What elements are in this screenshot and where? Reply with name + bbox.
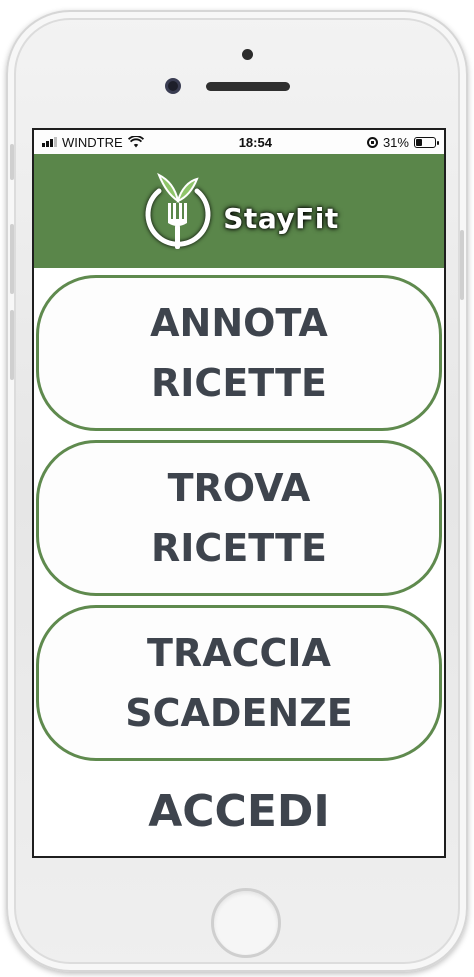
clock: 18:54 — [238, 134, 272, 150]
wifi-icon — [127, 136, 144, 148]
traccia-scadenze-button[interactable]: TRACCIA SCADENZE — [36, 605, 442, 761]
trova-ricette-label: TROVA RICETTE — [151, 466, 327, 570]
trova-ricette-button[interactable]: TROVA RICETTE — [36, 440, 442, 596]
accedi-button[interactable]: ACCEDI — [34, 776, 444, 846]
app-screen: WINDTRE 18:54 31% StayFit ANNOTA RICETTE… — [32, 128, 446, 858]
battery-icon — [413, 136, 439, 148]
annota-ricette-button[interactable]: ANNOTA RICETTE — [36, 275, 442, 431]
app-brand-name: StayFit — [223, 201, 339, 235]
annota-ricette-label: ANNOTA RICETTE — [150, 301, 328, 405]
carrier-name: WINDTRE — [62, 134, 123, 150]
status-bar-right: 31% — [366, 134, 439, 150]
fork-leaf-logo-icon — [145, 172, 211, 249]
volume-up-button — [10, 224, 14, 294]
power-button — [460, 230, 464, 300]
front-camera — [165, 78, 181, 94]
rotation-lock-icon — [366, 136, 378, 148]
battery-fill — [415, 138, 422, 146]
home-button[interactable] — [211, 888, 281, 958]
signal-icon — [42, 137, 57, 147]
volume-down-button — [10, 310, 14, 380]
earpiece-speaker — [206, 82, 290, 91]
proximity-sensor — [242, 49, 253, 60]
app-header: StayFit — [34, 154, 444, 268]
mute-switch — [10, 144, 14, 180]
status-bar-left: WINDTRE — [42, 135, 144, 150]
traccia-scadenze-label: TRACCIA SCADENZE — [125, 631, 353, 735]
battery-percent: 31% — [382, 134, 409, 150]
status-bar: WINDTRE 18:54 31% — [34, 130, 444, 154]
